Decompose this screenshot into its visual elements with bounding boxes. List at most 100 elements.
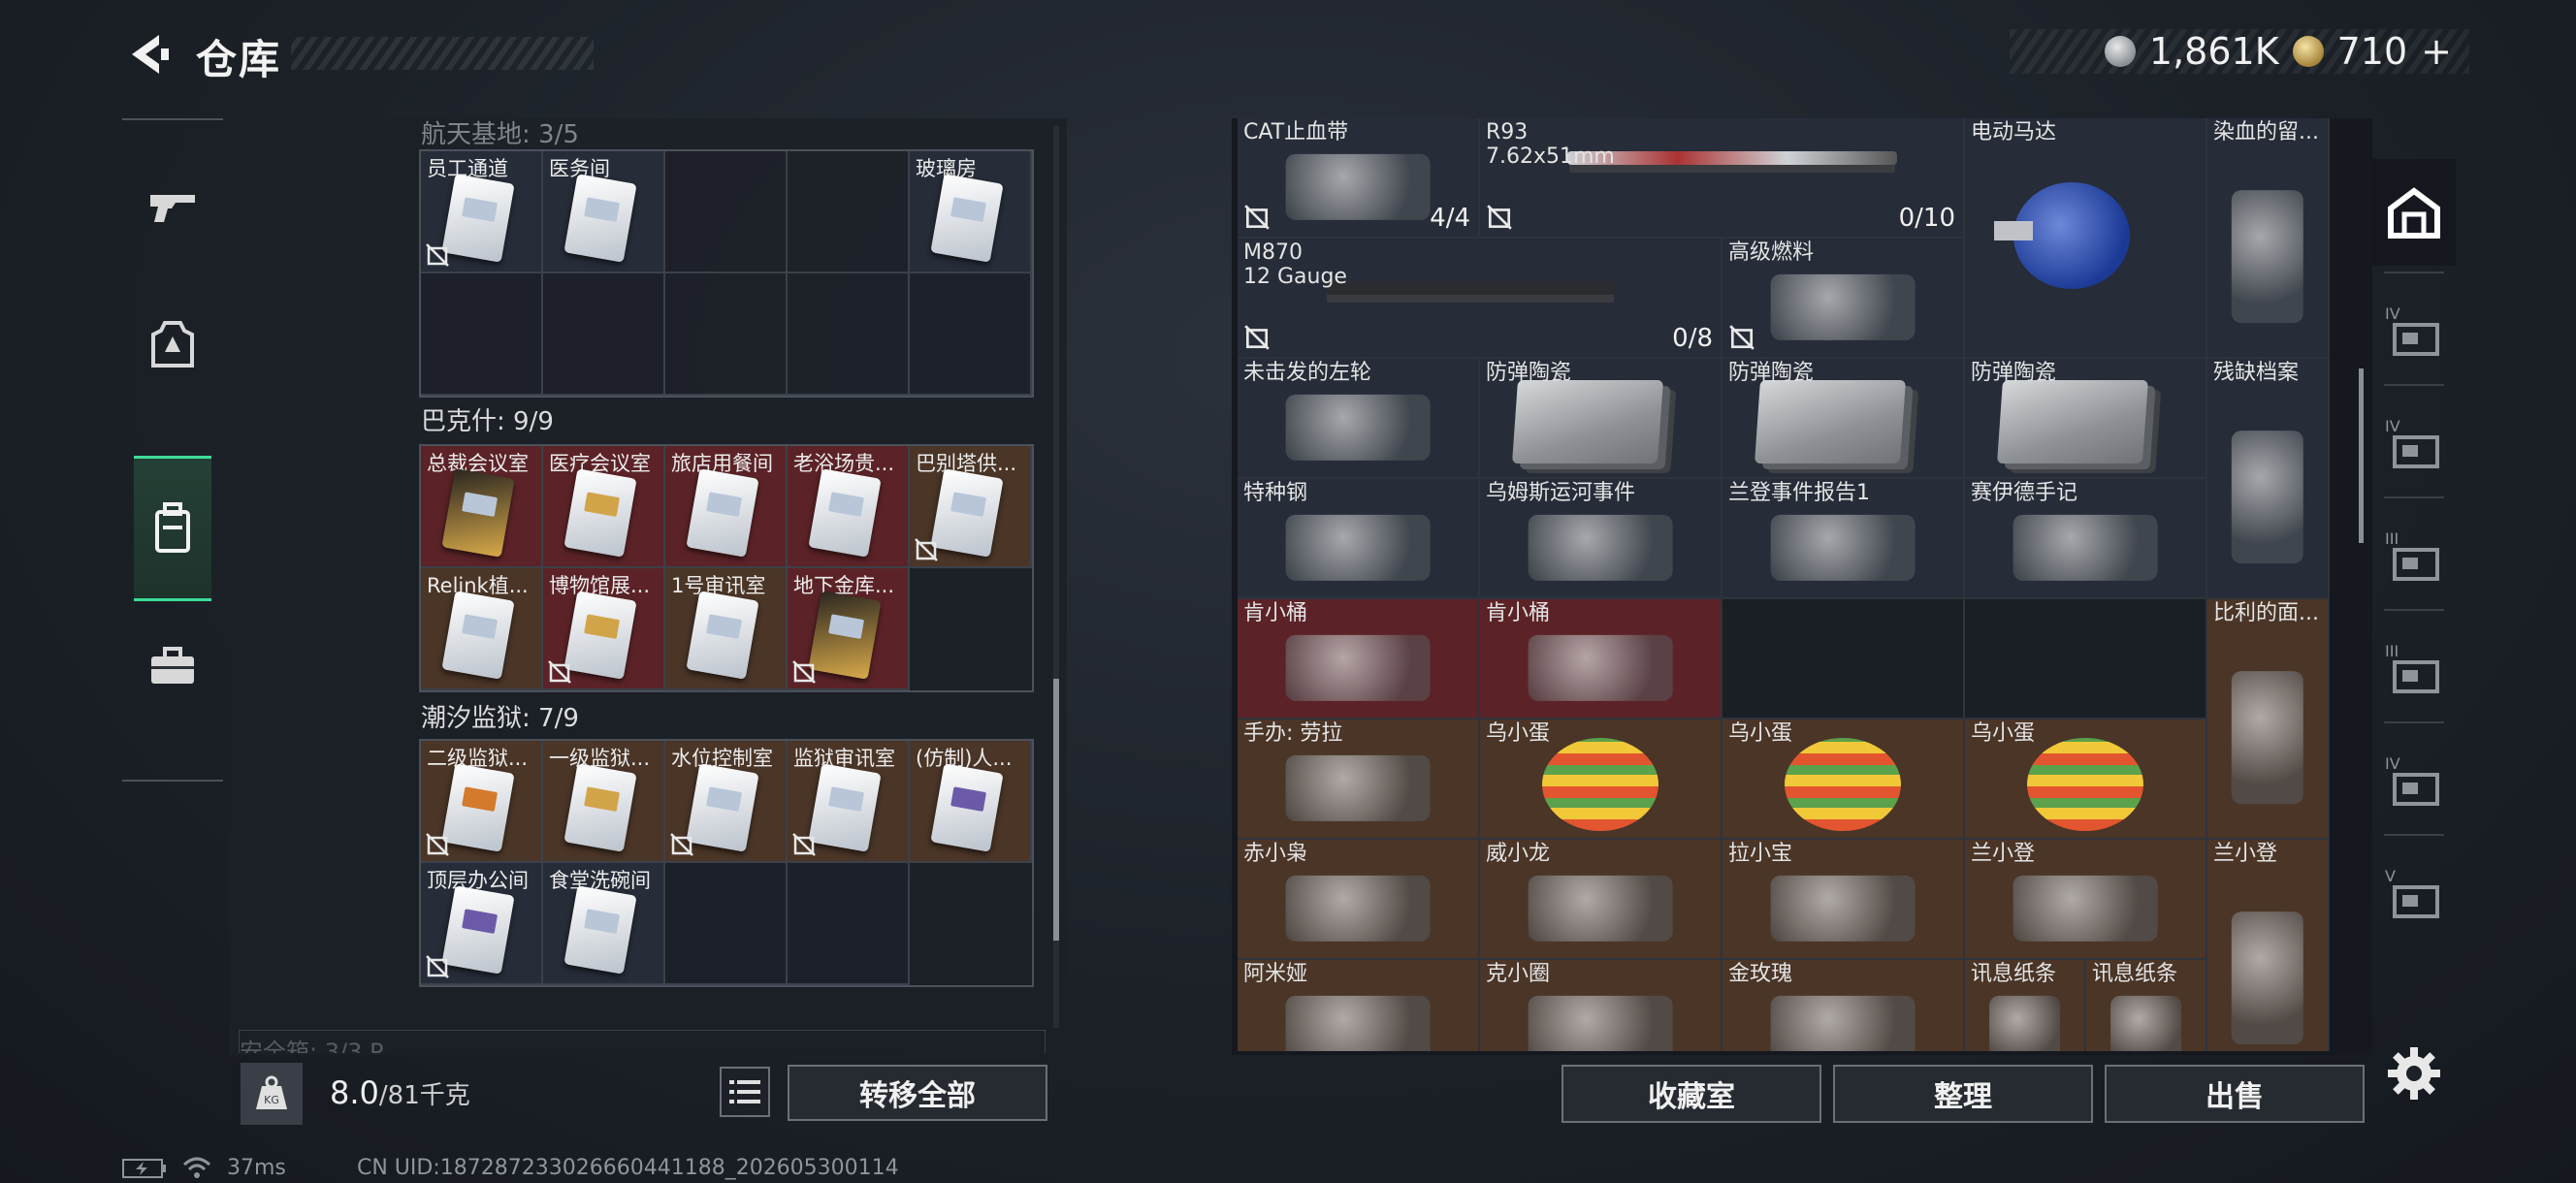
- inventory-item[interactable]: R93 7.62x51mm 0/10: [1480, 118, 1965, 239]
- keycard-slot[interactable]: Relink植...: [421, 568, 543, 690]
- empty-slot: [788, 151, 910, 273]
- keycard-slot[interactable]: 员工通道: [421, 151, 543, 273]
- sort-button[interactable]: 整理: [1833, 1065, 2093, 1123]
- inventory-item[interactable]: 防弹陶瓷: [1965, 359, 2207, 479]
- item-label: 赛伊德手记: [1971, 481, 2078, 505]
- tab-storage-level[interactable]: IV: [2372, 277, 2456, 384]
- keycard-slot[interactable]: 地下金库...: [788, 568, 910, 690]
- inventory-item[interactable]: 阿米娅: [1238, 960, 1480, 1051]
- tab-storage-level[interactable]: III: [2372, 615, 2456, 721]
- keycard-slot[interactable]: 1号审讯室: [665, 568, 788, 690]
- item-image: [1754, 380, 1907, 464]
- silver-amount: 1,861K: [2148, 30, 2279, 73]
- collection-room-button[interactable]: 收藏室: [1562, 1065, 1821, 1123]
- inventory-item[interactable]: 乌小蛋: [1480, 719, 1723, 840]
- right-scrollbar[interactable]: [2359, 368, 2364, 543]
- list-icon: [729, 1080, 760, 1103]
- inventory-item[interactable]: 兰小登: [1965, 840, 2207, 960]
- inventory-item[interactable]: 赛伊德手记: [1965, 479, 2207, 599]
- toolbox-icon: [151, 647, 194, 684]
- tab-storage-level[interactable]: IV: [2372, 727, 2456, 834]
- inventory-item[interactable]: 肯小桶: [1238, 599, 1480, 719]
- back-button[interactable]: [122, 29, 171, 80]
- inventory-item[interactable]: M870 12 Gauge 0/8: [1238, 239, 1723, 359]
- category-toolbox[interactable]: [134, 593, 211, 739]
- section-title: 巴克什: 9/9: [421, 407, 554, 436]
- category-weapons[interactable]: [134, 134, 211, 279]
- item-image: [1528, 995, 1673, 1051]
- user-id: CN UID:18728723302666044118​8_2026053001…: [357, 1156, 899, 1180]
- item-label: 兰小登: [2213, 842, 2278, 866]
- inventory-item[interactable]: 乌小蛋: [1965, 719, 2207, 840]
- armor-icon: [151, 321, 194, 368]
- keycard-slot[interactable]: 一级监狱...: [543, 741, 665, 863]
- keycard-slot[interactable]: (仿制)人...: [910, 741, 1032, 863]
- inventory-item[interactable]: 乌姆斯运河事件: [1480, 479, 1723, 599]
- inventory-item[interactable]: 拉小宝: [1723, 840, 1965, 960]
- left-scrollbar-thumb[interactable]: [1053, 679, 1059, 941]
- inventory-item[interactable]: 克小圈: [1480, 960, 1723, 1051]
- category-collectibles[interactable]: [134, 456, 211, 601]
- keycard-slot[interactable]: 医务间: [543, 151, 665, 273]
- item-image: [2231, 670, 2304, 805]
- inventory-item[interactable]: 金玫瑰: [1723, 960, 1965, 1051]
- inventory-item[interactable]: 兰登事件报告1: [1723, 479, 1965, 599]
- inventory-item[interactable]: 肯小桶: [1480, 599, 1723, 719]
- item-label: M870 12 Gauge: [1243, 240, 1347, 290]
- inventory-item[interactable]: 防弹陶瓷: [1480, 359, 1723, 479]
- keycard-slot[interactable]: 顶层办公间: [421, 863, 543, 985]
- tab-storage-level[interactable]: IV: [2372, 390, 2456, 496]
- inventory-item[interactable]: 手办: 劳拉: [1238, 719, 1480, 840]
- tab-main-storage[interactable]: [2372, 159, 2456, 266]
- inventory-item[interactable]: 比利的面...: [2207, 599, 2330, 840]
- keycard-slot[interactable]: 玻璃房: [910, 151, 1032, 273]
- inventory-item[interactable]: 赤小枭: [1238, 840, 1480, 960]
- item-image: [1325, 281, 1616, 295]
- keycard-slot[interactable]: 水位控制室: [665, 741, 788, 863]
- tab-storage-level[interactable]: III: [2372, 502, 2456, 609]
- inventory-item[interactable]: 防弹陶瓷: [1723, 359, 1965, 479]
- keycard-slot[interactable]: 监狱审讯室: [788, 741, 910, 863]
- keycard-slot[interactable]: 旅店用餐间: [665, 446, 788, 568]
- keycard-slot[interactable]: 二级监狱...: [421, 741, 543, 863]
- inventory-item[interactable]: 高级燃料: [1723, 239, 1965, 359]
- inventory-item[interactable]: 残缺档案: [2207, 359, 2330, 599]
- title-decoration: [291, 37, 594, 70]
- keycard-slot[interactable]: 巴别塔供...: [910, 446, 1032, 568]
- item-image: [1770, 995, 1916, 1051]
- keycard-slot[interactable]: 博物馆展...: [543, 568, 665, 690]
- svg-text:KG: KG: [264, 1094, 279, 1106]
- list-view-button[interactable]: [720, 1067, 770, 1117]
- transfer-all-button[interactable]: 转移全部: [788, 1065, 1047, 1121]
- inventory-item[interactable]: 讯息纸条: [2086, 960, 2207, 1051]
- item-durability: 0/10: [1898, 204, 1955, 233]
- keycard-slot[interactable]: 食堂洗碗间: [543, 863, 665, 985]
- inventory-item[interactable]: 兰小登: [2207, 840, 2330, 1051]
- keycard-image: [564, 174, 637, 263]
- inventory-item[interactable]: 染血的留...: [2207, 118, 2330, 359]
- inventory-item[interactable]: 特种钢: [1238, 479, 1480, 599]
- svg-text:III: III: [2385, 529, 2399, 548]
- category-equipment[interactable]: [134, 272, 211, 417]
- settings-button[interactable]: [2382, 1041, 2446, 1105]
- tab-storage-level[interactable]: V: [2372, 840, 2456, 946]
- inventory-item[interactable]: 威小龙: [1480, 840, 1723, 960]
- keycard-slot[interactable]: 老浴场贵...: [788, 446, 910, 568]
- item-image: [2231, 189, 2304, 324]
- keycard-slot[interactable]: 医疗会议室: [543, 446, 665, 568]
- inventory-item[interactable]: 未击发的左轮: [1238, 359, 1480, 479]
- item-label: 克小圈: [1486, 962, 1551, 986]
- item-image: [1567, 151, 1897, 165]
- inventory-item[interactable]: 讯息纸条: [1965, 960, 2086, 1051]
- no-trade-icon: [915, 538, 938, 561]
- inventory-item[interactable]: CAT止血带 4/4: [1238, 118, 1480, 239]
- inventory-item[interactable]: 乌小蛋: [1723, 719, 1965, 840]
- sell-button[interactable]: 出售: [2105, 1065, 2365, 1123]
- item-image: [1770, 273, 1916, 340]
- inventory-item[interactable]: 电动马达: [1965, 118, 2207, 359]
- item-label: 乌小蛋: [1486, 721, 1551, 746]
- gold-add-button[interactable]: +: [2421, 30, 2452, 73]
- storage-module-icon: IV: [2385, 304, 2439, 356]
- no-trade-icon: [1244, 205, 1270, 230]
- keycard-slot[interactable]: 总裁会议室: [421, 446, 543, 568]
